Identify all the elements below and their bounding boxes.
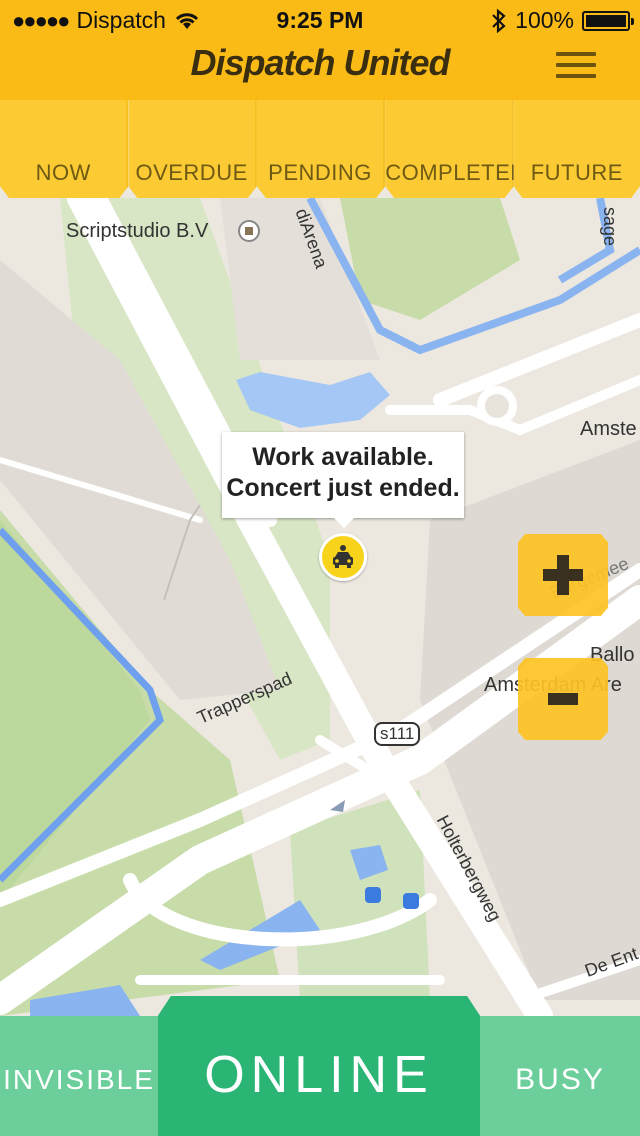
- work-available-callout[interactable]: Work available. Concert just ended.: [222, 432, 464, 528]
- tab-future[interactable]: FUTURE: [513, 100, 640, 198]
- tab-label: NOW: [35, 160, 91, 185]
- battery-percent: 100%: [515, 7, 574, 33]
- tab-label: COMPLETED: [385, 160, 527, 185]
- hamburger-menu-icon[interactable]: [556, 52, 596, 80]
- tab-pending[interactable]: PENDING: [256, 100, 386, 198]
- bluetooth-icon: [492, 8, 506, 33]
- app-screen: ●●●●● Dispatch 9:25 PM 100% Dispatch Uni…: [0, 0, 640, 1136]
- taxi-icon[interactable]: [319, 533, 367, 581]
- map-label-s111: s111: [374, 722, 421, 746]
- tab-overdue[interactable]: OVERDUE: [128, 100, 257, 198]
- tab-completed[interactable]: COMPLETED: [385, 100, 527, 198]
- busy-button[interactable]: BUSY: [480, 1016, 640, 1136]
- invisible-button[interactable]: INVISIBLE: [0, 1016, 158, 1136]
- zoom-in-button[interactable]: [518, 534, 608, 616]
- status-bar: ●●●●● Dispatch 9:25 PM 100%: [0, 0, 640, 40]
- app-header: Dispatch United: [0, 40, 640, 100]
- zoom-out-button[interactable]: [518, 658, 608, 740]
- tab-label: FUTURE: [530, 160, 623, 185]
- tab-now[interactable]: NOW: [0, 100, 129, 198]
- brand-logo: Dispatch United: [190, 42, 450, 83]
- online-button[interactable]: ONLINE: [158, 996, 480, 1136]
- map-label-scriptstudio: Scriptstudio B.V: [66, 220, 209, 242]
- map-label-amste: Amste: [580, 418, 637, 440]
- job-tabs: NOW OVERDUE PENDING COMPLETED FUTURE: [0, 100, 640, 198]
- map-label-sage: sage: [600, 206, 621, 247]
- minus-icon: [548, 693, 578, 705]
- callout-line-1: Work available.: [252, 443, 434, 471]
- tab-label: OVERDUE: [135, 160, 248, 185]
- plus-icon: [543, 555, 583, 595]
- tab-label: PENDING: [268, 160, 372, 185]
- callout-line-2: Concert just ended.: [226, 474, 460, 502]
- battery-icon: [582, 10, 634, 31]
